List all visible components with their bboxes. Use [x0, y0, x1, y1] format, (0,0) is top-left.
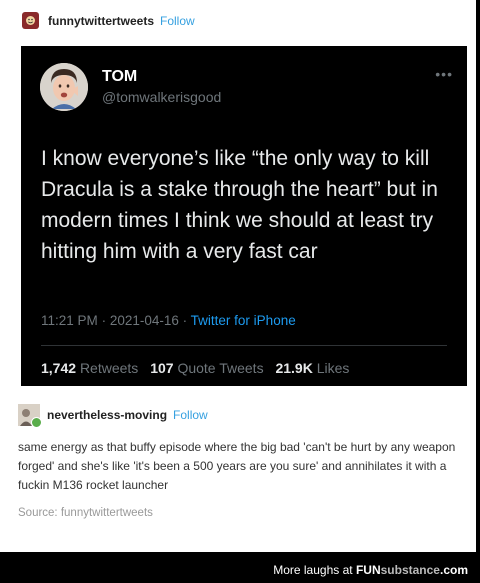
tweet-source: Twitter for iPhone — [190, 313, 296, 328]
tweet-date: 2021-04-16 — [109, 313, 179, 328]
tweet-time: 11:21 PM — [41, 313, 98, 328]
meta-separator: · — [101, 313, 107, 328]
source-link[interactable]: funnytwittertweets — [61, 507, 153, 519]
online-status-icon — [31, 417, 42, 428]
tweet-stats: 1,742 Retweets 107 Quote Tweets 21.9K Li… — [41, 360, 357, 376]
blog-avatar[interactable] — [22, 12, 39, 29]
tweet-handle: @tomwalkerisgood — [102, 89, 222, 105]
brand-tld: .com — [439, 563, 468, 577]
tweet-meta: 11:21 PM · 2021-04-16 · Twitter for iPho… — [41, 313, 296, 328]
watermark-brand: FUNsubstance.com — [356, 563, 468, 577]
ellipsis-icon: ••• — [435, 66, 453, 82]
source-label: Source: — [18, 507, 58, 519]
retweets-count: 1,742 — [41, 360, 77, 376]
post-source: Source: funnytwittertweets — [18, 507, 470, 519]
retweets-stat: 1,742 Retweets — [41, 360, 138, 376]
meta-separator: · — [182, 313, 188, 328]
tweet-avatar — [40, 63, 88, 111]
reblog-avatar[interactable] — [18, 404, 42, 428]
tweet-screenshot: TOM @tomwalkerisgood ••• I know everyone… — [21, 46, 467, 386]
quote-tweets-count: 107 — [150, 360, 174, 376]
tumblr-post: funnytwittertweets Follow TOM @tomwalker… — [0, 0, 476, 552]
tweet-divider — [41, 345, 447, 346]
post-header: funnytwittertweets Follow — [22, 12, 195, 29]
site-watermark: More laughs at FUNsubstance.com — [273, 563, 468, 577]
reblog-username[interactable]: nevertheless-moving — [47, 408, 167, 422]
screenshot-frame: funnytwittertweets Follow TOM @tomwalker… — [0, 0, 480, 583]
reblog-text: same energy as that buffy episode where … — [18, 440, 456, 492]
avatar-face-icon — [26, 16, 35, 25]
likes-count: 21.9K — [275, 360, 313, 376]
quote-tweets-label: Quote Tweets — [177, 360, 264, 376]
brand-substance: substance — [380, 563, 440, 577]
reblog-comment: nevertheless-moving Follow same energy a… — [18, 404, 470, 519]
likes-label: Likes — [316, 360, 350, 376]
tweet-text: I know everyone’s like “the only way to … — [41, 147, 438, 263]
quote-tweets-stat: 107 Quote Tweets — [150, 360, 263, 376]
retweets-label: Retweets — [79, 360, 139, 376]
follow-button[interactable]: Follow — [160, 14, 195, 28]
likes-stat: 21.9K Likes — [275, 360, 349, 376]
brand-fun: FUN — [355, 563, 381, 577]
watermark-text: More laughs at — [273, 563, 353, 577]
reblog-follow-button[interactable]: Follow — [173, 408, 208, 422]
tweet-display-name: TOM — [102, 68, 138, 85]
reblog-header: nevertheless-moving Follow — [18, 404, 470, 428]
post-username[interactable]: funnytwittertweets — [48, 14, 154, 28]
face-photo-icon — [40, 63, 88, 111]
